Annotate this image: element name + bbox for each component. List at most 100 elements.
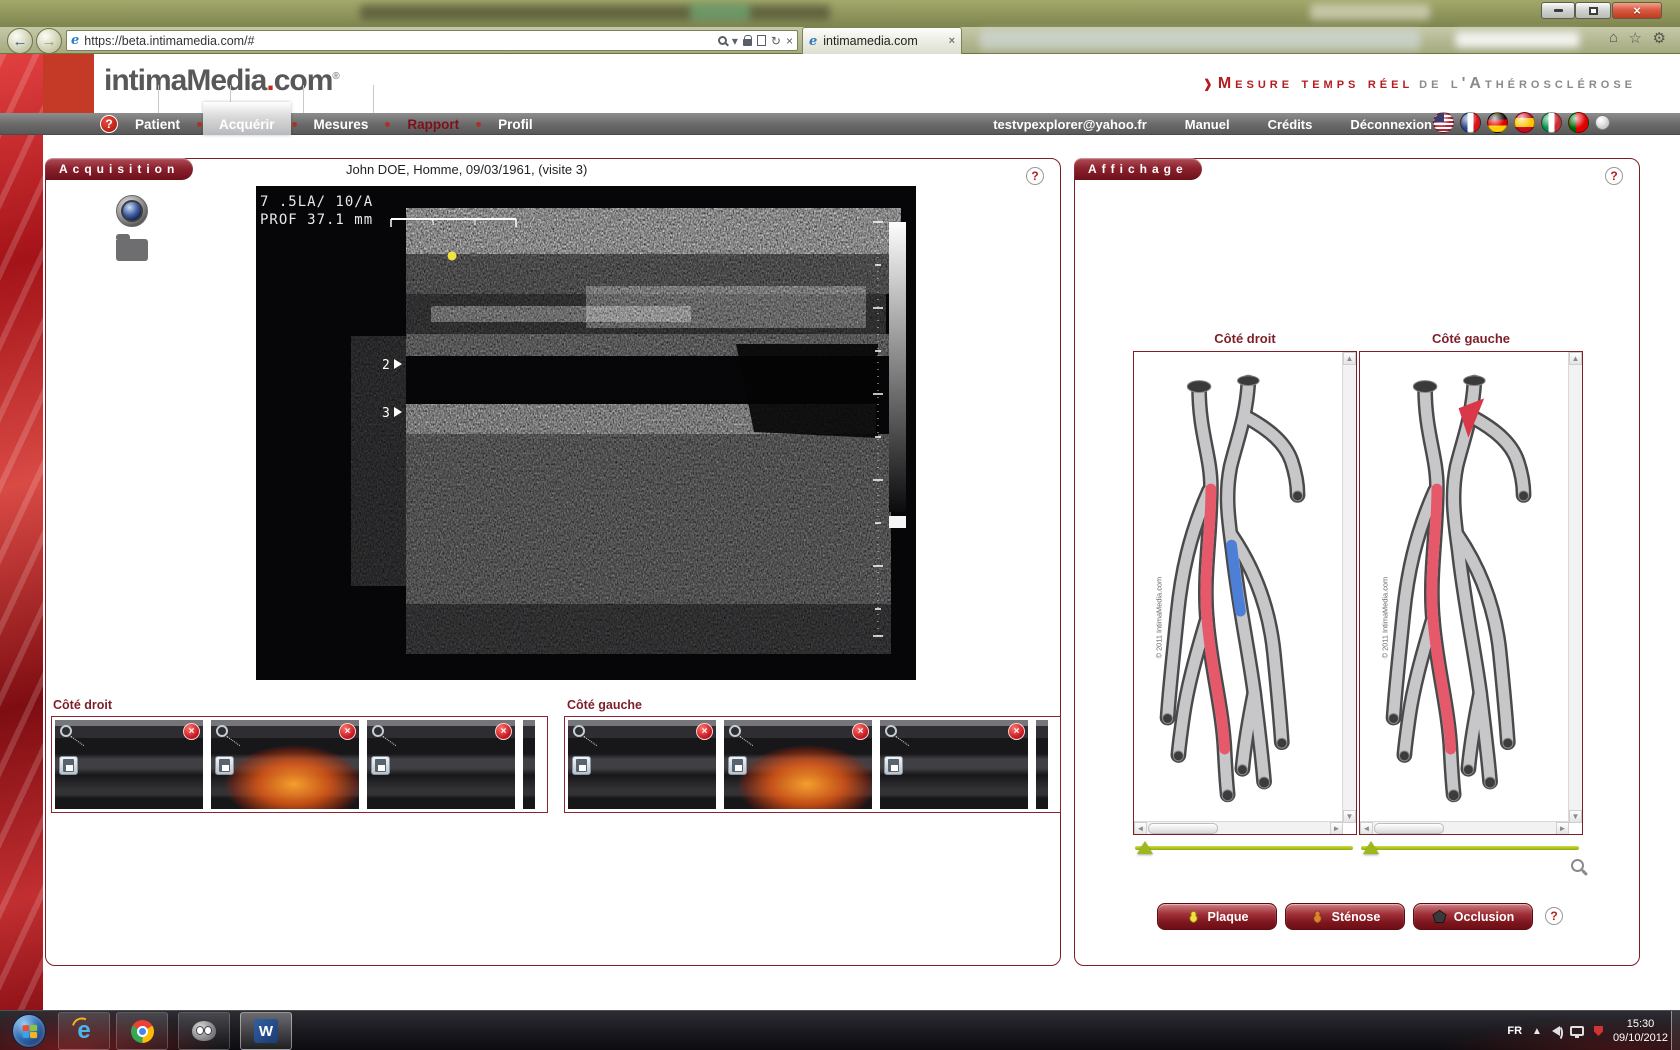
browser-forward-button[interactable]: → bbox=[36, 28, 62, 54]
thumb-save-icon[interactable] bbox=[572, 756, 591, 775]
thumb-delete-icon[interactable]: × bbox=[1008, 723, 1025, 740]
diagram-right-zoom-slider[interactable] bbox=[1135, 841, 1353, 855]
header-separator bbox=[158, 85, 159, 113]
taskbar-clock[interactable]: 15:30 09/10/2012 bbox=[1613, 1017, 1668, 1045]
volume-icon[interactable] bbox=[1552, 1026, 1560, 1036]
browser-tab[interactable]: e intimamedia.com × bbox=[802, 27, 962, 54]
start-button[interactable] bbox=[12, 1014, 46, 1048]
menu-item-patient[interactable]: Patient bbox=[131, 117, 184, 132]
diagram-left-zoom-slider[interactable] bbox=[1361, 841, 1579, 855]
thumb-save-icon[interactable] bbox=[884, 756, 903, 775]
slider-track[interactable] bbox=[1361, 846, 1579, 850]
search-icon[interactable] bbox=[718, 36, 727, 45]
home-icon[interactable]: ⌂ bbox=[1609, 29, 1618, 46]
diagram-copyright: © 2011 IntimaMedia.com bbox=[1381, 577, 1390, 659]
legend-button-plaque[interactable]: Plaque bbox=[1157, 903, 1277, 930]
compatibility-view-icon[interactable] bbox=[757, 35, 766, 46]
language-indicator[interactable]: FR bbox=[1507, 1025, 1522, 1037]
camera-icon[interactable] bbox=[116, 195, 148, 227]
artery-diagram-right-box[interactable]: © 2011 IntimaMedia.com ▲ ▼ ◄ ► bbox=[1133, 351, 1357, 835]
us-measure-point[interactable] bbox=[448, 252, 457, 261]
tab-close-icon[interactable]: × bbox=[949, 35, 955, 47]
thumb-delete-icon[interactable]: × bbox=[852, 723, 869, 740]
flag-it-icon[interactable] bbox=[1541, 112, 1562, 133]
window-minimize-button[interactable] bbox=[1541, 2, 1575, 19]
thumbnail-partial[interactable] bbox=[1036, 720, 1048, 809]
address-bar[interactable]: e https://beta.intimamedia.com/# ▾ ↻ × bbox=[66, 30, 798, 51]
legend-button-stenose[interactable]: Sténose bbox=[1285, 903, 1405, 930]
settings-gear-icon[interactable]: ⚙ bbox=[1653, 29, 1666, 47]
menu-item-rapport[interactable]: Rapport bbox=[403, 117, 463, 132]
vertical-scrollbar[interactable]: ▲ ▼ bbox=[1568, 352, 1582, 823]
slider-handle-icon[interactable] bbox=[1137, 841, 1153, 854]
flag-inactive-icon[interactable] bbox=[1595, 115, 1610, 130]
horizontal-scrollbar[interactable]: ◄ ► bbox=[1360, 821, 1569, 834]
window-restore-button[interactable] bbox=[1575, 2, 1611, 19]
artery-diagram-left-box[interactable]: © 2011 IntimaMedia.com ▲ ▼ ◄ ► bbox=[1359, 351, 1583, 835]
acquisition-help-icon[interactable]: ? bbox=[1026, 167, 1044, 185]
thumbnail-partial[interactable] bbox=[523, 720, 535, 809]
scroll-right-icon[interactable]: ► bbox=[1556, 822, 1569, 835]
slider-handle-icon[interactable] bbox=[1363, 841, 1379, 854]
affichage-help-icon[interactable]: ? bbox=[1605, 167, 1623, 185]
flag-us-icon[interactable] bbox=[1433, 112, 1454, 133]
thumb-delete-icon[interactable]: × bbox=[495, 723, 512, 740]
show-desktop-button[interactable] bbox=[1671, 1011, 1680, 1050]
menu-item-profil[interactable]: Profil bbox=[494, 117, 537, 132]
thumbnail[interactable]: × bbox=[568, 720, 716, 809]
thumbnail[interactable]: × bbox=[55, 720, 203, 809]
url-text[interactable]: https://beta.intimamedia.com/# bbox=[84, 34, 713, 48]
search-dropdown-icon[interactable]: ▾ bbox=[732, 35, 738, 47]
flag-pt-icon[interactable] bbox=[1568, 112, 1589, 133]
legend-help-icon[interactable]: ? bbox=[1545, 907, 1563, 925]
ultrasound-viewport[interactable]: 7 .5LA/ 10/A PROF 37.1 mm 2 3 bbox=[256, 186, 916, 685]
thumb-delete-icon[interactable]: × bbox=[339, 723, 356, 740]
scroll-down-icon[interactable]: ▼ bbox=[1569, 810, 1582, 823]
scroll-left-icon[interactable]: ◄ bbox=[1360, 822, 1373, 835]
taskbar-chrome-button[interactable] bbox=[116, 1012, 168, 1050]
scrollbar-thumb[interactable] bbox=[1148, 823, 1218, 834]
window-close-button[interactable]: × bbox=[1612, 2, 1662, 19]
thumbnail-doppler[interactable]: × bbox=[211, 720, 359, 809]
menu-item-mesures[interactable]: Mesures bbox=[310, 117, 373, 132]
horizontal-scrollbar[interactable]: ◄ ► bbox=[1134, 821, 1343, 834]
thumb-delete-icon[interactable]: × bbox=[696, 723, 713, 740]
thumb-save-icon[interactable] bbox=[59, 756, 78, 775]
scroll-up-icon[interactable]: ▲ bbox=[1569, 352, 1582, 365]
legend-button-occlusion[interactable]: Occlusion bbox=[1413, 903, 1533, 930]
menu-item-acquerir[interactable]: Acquérir bbox=[215, 117, 279, 132]
action-center-icon[interactable] bbox=[1594, 1026, 1603, 1036]
stop-icon[interactable]: × bbox=[786, 35, 793, 47]
scrollbar-thumb[interactable] bbox=[1374, 823, 1444, 834]
network-icon[interactable] bbox=[1570, 1026, 1584, 1036]
thumbnail[interactable]: × bbox=[880, 720, 1028, 809]
menu-item-deconnexion[interactable]: Déconnexion bbox=[1350, 117, 1432, 132]
taskbar-gimp-button[interactable] bbox=[178, 1012, 230, 1050]
flag-es-icon[interactable] bbox=[1514, 112, 1535, 133]
thumb-delete-icon[interactable]: × bbox=[183, 723, 200, 740]
flag-de-icon[interactable] bbox=[1487, 112, 1508, 133]
flag-fr-icon[interactable] bbox=[1460, 112, 1481, 133]
thumbnail[interactable]: × bbox=[367, 720, 515, 809]
vertical-scrollbar[interactable]: ▲ ▼ bbox=[1342, 352, 1356, 823]
tray-expand-icon[interactable]: ▲ bbox=[1532, 1026, 1542, 1037]
zoom-magnifier-icon[interactable] bbox=[1571, 859, 1584, 872]
thumbnail-doppler[interactable]: × bbox=[724, 720, 872, 809]
thumb-save-icon[interactable] bbox=[371, 756, 390, 775]
thumb-save-icon[interactable] bbox=[215, 756, 234, 775]
taskbar-ie-button[interactable]: e bbox=[58, 1012, 110, 1050]
menu-item-credits[interactable]: Crédits bbox=[1268, 117, 1313, 132]
scroll-up-icon[interactable]: ▲ bbox=[1343, 352, 1356, 365]
thumb-save-icon[interactable] bbox=[728, 756, 747, 775]
nav-help-icon[interactable]: ? bbox=[100, 115, 118, 133]
favorites-star-icon[interactable]: ☆ bbox=[1629, 29, 1642, 47]
slider-track[interactable] bbox=[1135, 846, 1353, 850]
refresh-icon[interactable]: ↻ bbox=[771, 35, 781, 47]
scroll-down-icon[interactable]: ▼ bbox=[1343, 810, 1356, 823]
browser-back-button[interactable]: ← bbox=[7, 28, 33, 54]
folder-icon[interactable] bbox=[116, 239, 148, 261]
scroll-left-icon[interactable]: ◄ bbox=[1134, 822, 1147, 835]
taskbar-word-button[interactable]: W bbox=[240, 1012, 292, 1050]
scroll-right-icon[interactable]: ► bbox=[1330, 822, 1343, 835]
menu-item-manuel[interactable]: Manuel bbox=[1185, 117, 1230, 132]
